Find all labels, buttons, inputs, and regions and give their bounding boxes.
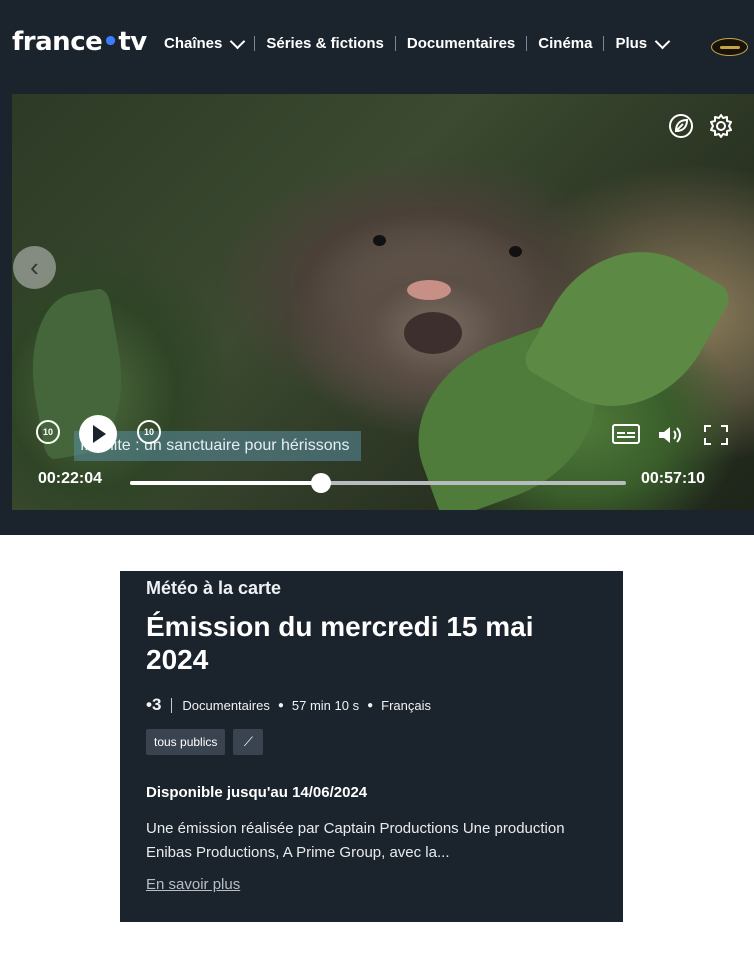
nav-divider — [526, 36, 528, 51]
player-top-icons — [668, 113, 734, 139]
current-time: 00:22:04 — [38, 470, 103, 487]
chevron-down-icon — [654, 33, 671, 49]
caption-text: Insolite : un sanctuaire pour hérissons — [74, 431, 362, 461]
chevron-down-icon — [230, 33, 246, 49]
nav-item-series-fictions[interactable]: Séries & fictions — [266, 35, 384, 52]
rating-badge: tous publics — [146, 729, 226, 755]
fullscreen-icon[interactable] — [703, 424, 729, 446]
volume-icon[interactable] — [657, 424, 685, 446]
chevron-left-icon: ‹ — [30, 252, 39, 282]
nav-item-documentaires[interactable]: Documentaires — [407, 35, 515, 52]
france-tv-logo[interactable]: france•tv — [12, 27, 147, 57]
program-duration: 57 min 10 s — [291, 697, 360, 713]
progress-bar[interactable] — [130, 473, 626, 493]
bullet-separator: ● — [367, 699, 374, 711]
channel-logo[interactable]: •3 — [146, 695, 161, 715]
hedgehog-mouth — [407, 280, 451, 300]
hedgehog-nose — [404, 312, 462, 354]
program-title: Émission du mercredi 15 mai 2024 — [146, 611, 534, 675]
program-genre: Documentaires — [182, 697, 270, 713]
nav-item-chaines[interactable]: Chaînes — [164, 33, 246, 52]
nav-divider — [603, 36, 605, 51]
program-series-title[interactable]: Météo à la carte — [146, 578, 281, 599]
previous-button[interactable]: ‹ — [13, 246, 56, 289]
program-info-card: Météo à la carte Émission du mercredi 15… — [120, 571, 623, 922]
hedgehog-eye — [509, 246, 522, 257]
program-description: Une émission réalisée par Captain Produc… — [146, 820, 565, 861]
progress-fill — [130, 481, 322, 485]
meta-divider — [171, 697, 173, 713]
video-caption-overlay: Insolite : un sanctuaire pour hérissons — [74, 430, 362, 462]
read-more-link[interactable]: En savoir plus — [146, 876, 240, 893]
nav-item-plus[interactable]: Plus — [615, 33, 671, 52]
eco-leaf-icon[interactable] — [668, 113, 694, 139]
settings-gear-icon[interactable] — [708, 113, 734, 139]
audio-description-icon: ⟋ — [233, 729, 264, 755]
bullet-separator: ● — [277, 699, 284, 711]
progress-handle[interactable] — [311, 473, 332, 493]
skip-back-10-icon[interactable]: 10 — [36, 420, 60, 444]
nav-divider — [254, 36, 256, 51]
program-tags: tous publics ⟋ — [146, 729, 264, 755]
nav-menu: Chaînes Séries & fictions Documentaires … — [164, 33, 671, 52]
total-duration: 00:57:10 — [641, 470, 706, 487]
hedgehog-eye — [373, 235, 386, 246]
top-section: france•tv Chaînes Séries & fictions Docu… — [0, 0, 754, 535]
availability-text: Disponible jusqu'au 14/06/2024 — [146, 784, 368, 801]
video-player[interactable]: ‹ Insolite : un sanctuaire pour hérisson… — [12, 94, 754, 510]
skip-forward-10-icon[interactable]: 10 — [137, 420, 161, 444]
nav-item-cinema[interactable]: Cinéma — [538, 35, 592, 52]
subtitles-icon[interactable] — [612, 424, 640, 446]
program-language: Français — [381, 697, 431, 713]
main-navigation: france•tv Chaînes Séries & fictions Docu… — [0, 0, 754, 94]
nav-divider — [394, 36, 396, 51]
program-meta: •3 Documentaires ● 57 min 10 s ● Françai… — [146, 695, 431, 715]
festival-palm-logo[interactable] — [711, 38, 748, 56]
play-button[interactable] — [79, 415, 117, 453]
